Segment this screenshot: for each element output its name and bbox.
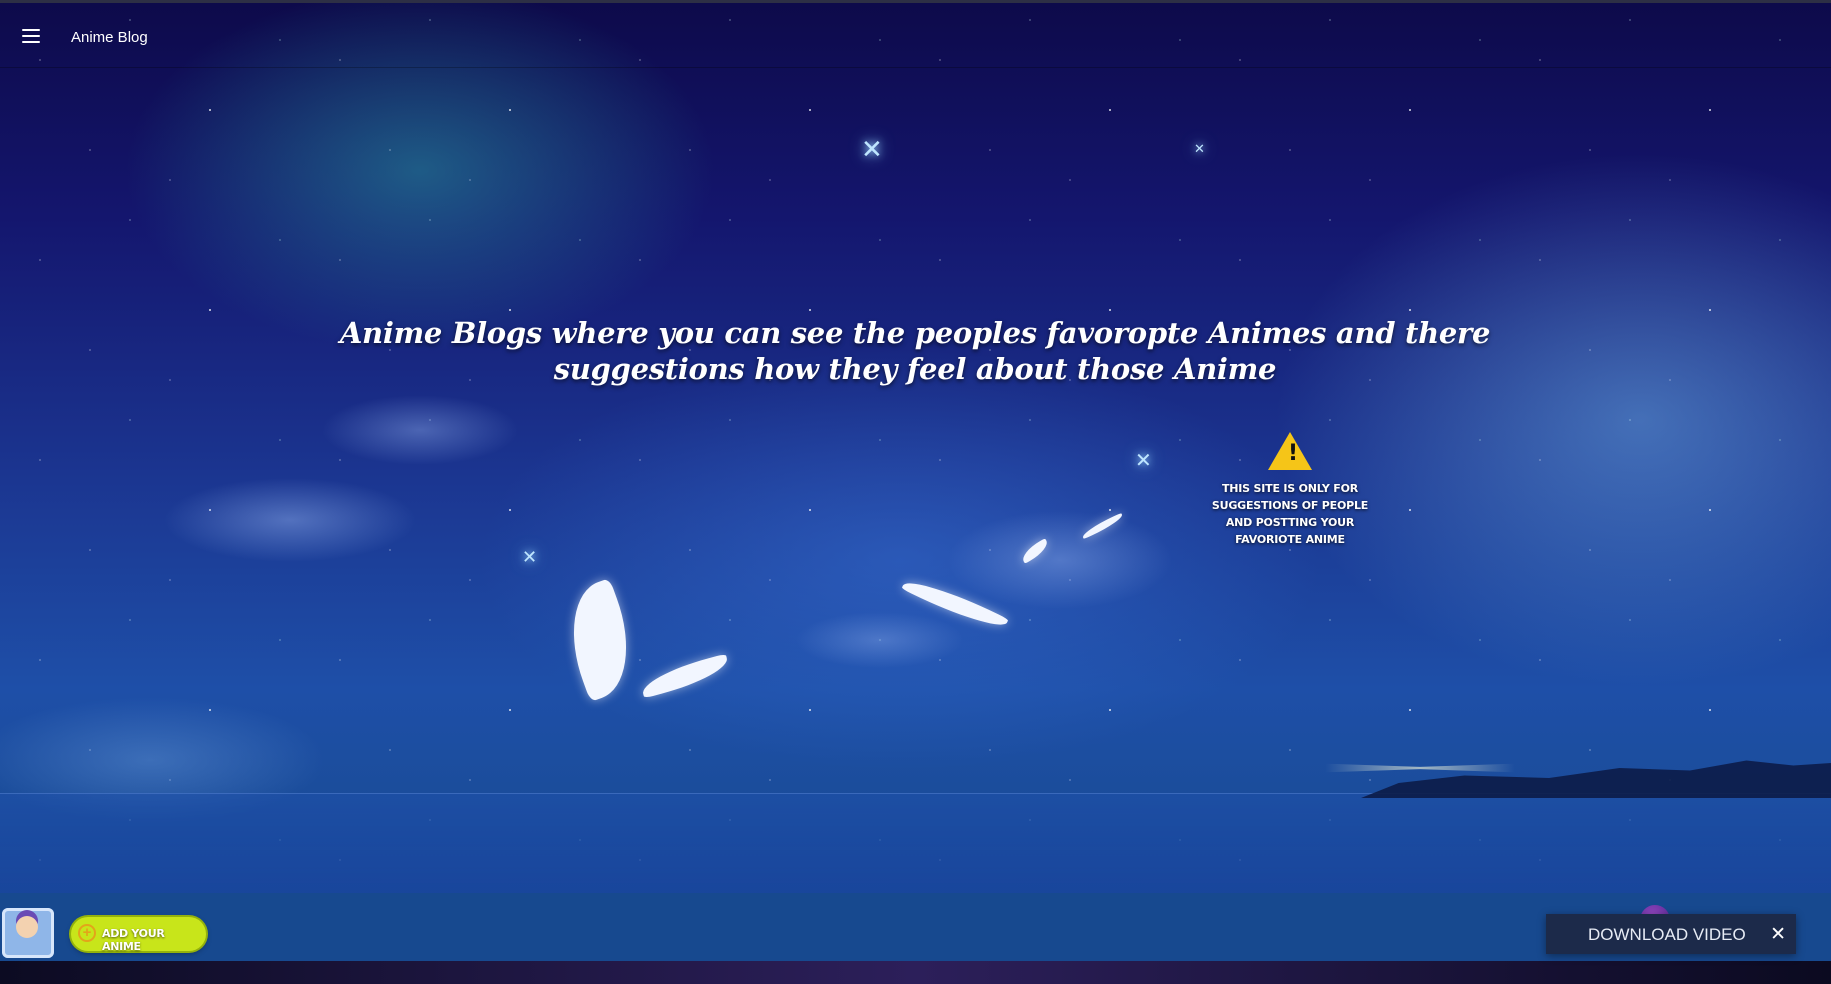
site-notice: ! This site is only for suggestions of p… [1200,432,1380,548]
top-app-bar: Anime Blog [0,0,1831,68]
footer-strip [0,961,1831,984]
download-video-banner: DOWNLOAD VIDEO ✕ [1546,914,1796,954]
warning-icon: ! [1268,432,1312,470]
mascot-avatar[interactable] [2,908,54,958]
sparkle-star-icon: ✕ [861,134,883,164]
hamburger-menu-icon[interactable] [22,29,40,43]
sea-reflection [0,793,1831,894]
cloud-layer [0,0,1831,893]
download-video-button[interactable]: DOWNLOAD VIDEO [1588,925,1746,945]
notice-text: This site is only for suggestions of peo… [1211,482,1369,546]
add-anime-button[interactable]: + Add your Anime [71,917,206,953]
add-icon: + [78,924,96,942]
add-anime-label: Add your Anime [102,927,165,953]
sparkle-star-icon: ✕ [1194,141,1205,156]
app-title: Anime Blog [71,29,148,46]
sparkle-star-icon: ✕ [522,547,538,567]
sparkle-star-icon: ✕ [1135,450,1152,472]
close-icon[interactable]: ✕ [1770,923,1786,946]
hero-headline: Anime Blogs where you can see the people… [339,316,1491,387]
